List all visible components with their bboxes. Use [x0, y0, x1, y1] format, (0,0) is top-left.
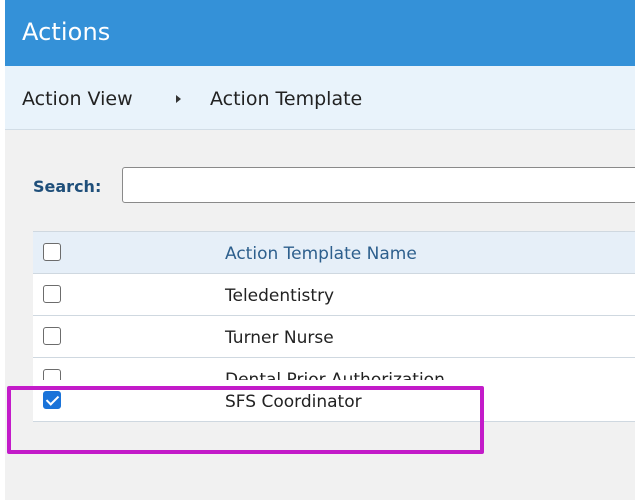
select-all-checkbox[interactable] — [43, 243, 61, 261]
chevron-right-icon — [176, 95, 181, 103]
page-title: Actions — [22, 18, 111, 46]
app-header: Actions — [5, 0, 635, 66]
row-checkbox[interactable] — [43, 327, 61, 345]
search-label: Search: — [33, 177, 102, 196]
breadcrumb-action-view[interactable]: Action View — [22, 88, 133, 110]
row-checkbox[interactable] — [43, 369, 61, 380]
table-row[interactable]: Teledentistry — [33, 274, 635, 316]
breadcrumb-action-template[interactable]: Action Template — [210, 88, 362, 110]
breadcrumb: Action View Action Template — [5, 66, 635, 130]
row-checkbox[interactable] — [43, 285, 61, 303]
column-header-action-template-name[interactable]: Action Template Name — [225, 244, 417, 264]
table-row[interactable]: Turner Nurse — [33, 316, 635, 358]
table-row[interactable]: Dental Prior Authorization — [33, 358, 635, 380]
row-name: Dental Prior Authorization — [225, 370, 445, 380]
row-name: Turner Nurse — [225, 328, 334, 348]
table-header-row: Action Template Name — [33, 231, 635, 274]
row-name: Teledentistry — [225, 286, 335, 306]
search-input[interactable] — [122, 167, 635, 203]
highlight-box — [7, 386, 484, 454]
